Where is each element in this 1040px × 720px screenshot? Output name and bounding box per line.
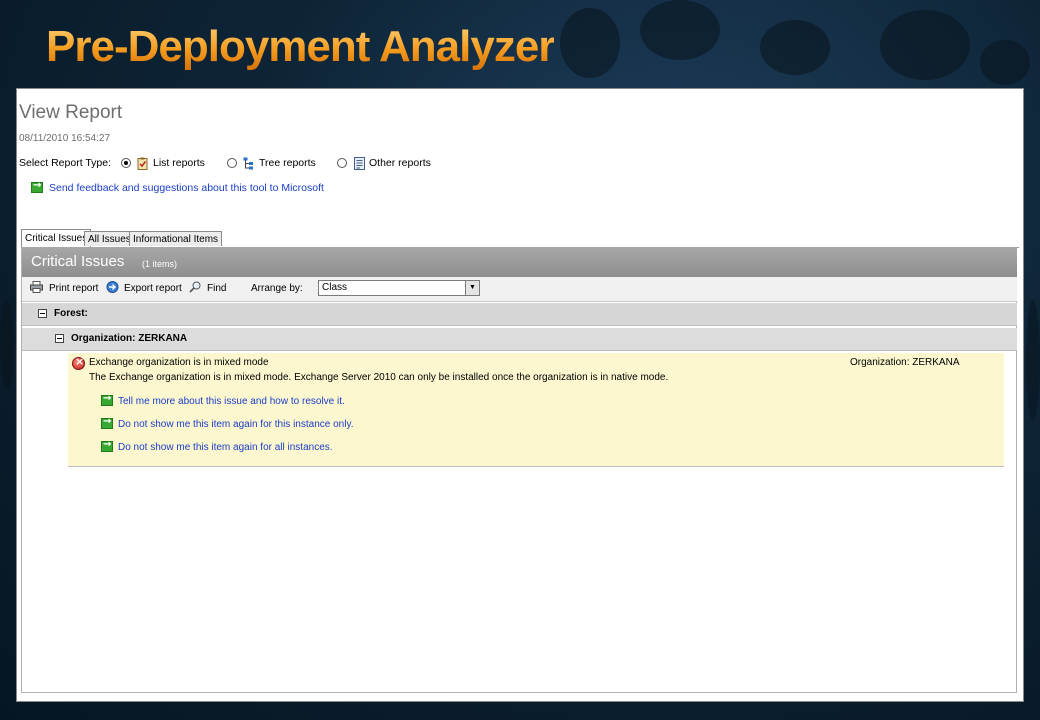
tab-critical-issues[interactable]: Critical Issues (21, 229, 92, 248)
export-icon[interactable] (106, 281, 119, 293)
print-report-button[interactable]: Print report (49, 283, 98, 294)
background-bubble (880, 10, 970, 80)
forest-group-label: Forest: (54, 308, 88, 319)
organization-group-row[interactable]: Organization: ZERKANA (22, 328, 1017, 351)
other-reports-radio[interactable] (337, 158, 347, 168)
document-icon (354, 157, 365, 170)
report-title: View Report (19, 102, 123, 123)
other-reports-label[interactable]: Other reports (369, 157, 431, 169)
arrange-by-dropdown[interactable]: Class ▼ (318, 280, 480, 296)
green-arrow-icon (101, 439, 113, 452)
tab-all-issues[interactable]: All Issues (84, 231, 135, 246)
chevron-down-icon[interactable]: ▼ (465, 281, 479, 295)
background-bubble (0, 300, 14, 390)
clipboard-icon (137, 157, 148, 170)
slide-title: Pre-Deployment Analyzer (46, 22, 555, 71)
report-window: View Report 08/11/2010 16:54:27 Select R… (16, 88, 1024, 702)
arrange-by-label: Arrange by: (251, 283, 303, 294)
issue-count: (1 items) (142, 259, 178, 269)
tree-reports-radio[interactable] (227, 158, 237, 168)
report-tabs: Critical Issues All Issues Informational… (21, 229, 1019, 248)
panel-title: Critical Issues (31, 253, 125, 270)
tab-informational-items[interactable]: Informational Items (129, 231, 223, 246)
export-report-button[interactable]: Export report (124, 283, 182, 294)
collapse-icon[interactable] (38, 309, 47, 318)
hide-instance-link[interactable]: Do not show me this item again for this … (118, 419, 353, 430)
green-arrow-icon (101, 416, 113, 429)
report-type-label: Select Report Type: (19, 157, 112, 169)
background-bubble (1026, 300, 1040, 420)
issue-title: Exchange organization is in mixed mode (89, 357, 269, 368)
issue-description: The Exchange organization is in mixed mo… (89, 372, 669, 383)
hide-all-link[interactable]: Do not show me this item again for all i… (118, 442, 333, 453)
issue-scope: Organization: ZERKANA (850, 357, 960, 368)
background-bubble (560, 8, 620, 78)
panel-header: Critical Issues (1 items) (22, 247, 1017, 277)
find-button[interactable]: Find (207, 283, 226, 294)
issue-item: Exchange organization is in mixed mode O… (68, 353, 1004, 467)
learn-more-link[interactable]: Tell me more about this issue and how to… (118, 396, 345, 407)
list-reports-radio[interactable] (121, 158, 131, 168)
tree-icon (243, 157, 253, 170)
background-bubble (640, 0, 720, 60)
forest-group-row[interactable]: Forest: (22, 303, 1017, 326)
list-reports-label[interactable]: List reports (153, 157, 205, 169)
error-icon (72, 355, 85, 370)
tree-reports-label[interactable]: Tree reports (259, 157, 316, 169)
feedback-link[interactable]: Send feedback and suggestions about this… (49, 182, 324, 194)
search-icon[interactable] (189, 281, 202, 293)
background-bubble (980, 40, 1030, 85)
arrange-by-value: Class (322, 282, 348, 293)
green-arrow-icon (101, 393, 113, 406)
collapse-icon[interactable] (55, 334, 64, 343)
report-timestamp: 08/11/2010 16:54:27 (19, 133, 111, 144)
green-arrow-icon (31, 180, 43, 193)
report-toolbar: Print report Export report Find Arrange … (22, 277, 1017, 302)
background-bubble (760, 20, 830, 75)
critical-issues-panel: Critical Issues (1 items) Print report E… (21, 247, 1017, 693)
printer-icon[interactable] (30, 281, 43, 293)
organization-group-label: Organization: ZERKANA (71, 333, 188, 344)
